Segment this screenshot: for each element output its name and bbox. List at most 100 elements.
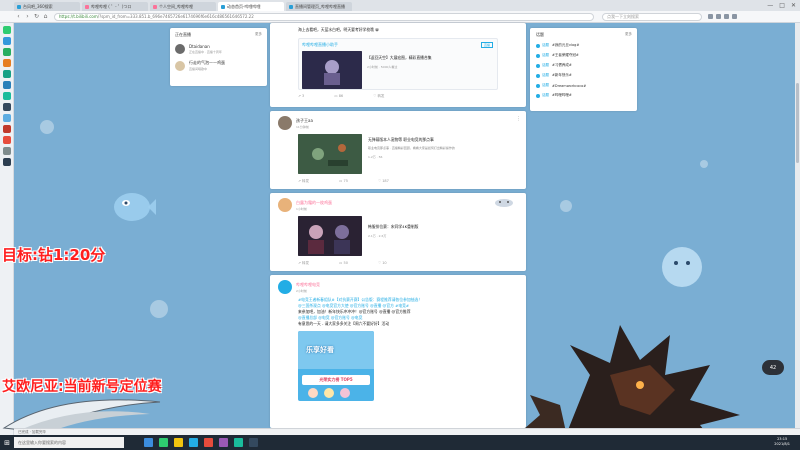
refresh-icon[interactable]: ↻ <box>32 13 41 20</box>
share-button[interactable]: ↗ 转发 <box>298 179 309 184</box>
embed-meta: 2小时前 · 5000人看过 <box>367 65 398 69</box>
taskbar-app-icon[interactable] <box>249 438 258 447</box>
follow-sub: 直播间唱歌中 <box>189 67 208 71</box>
extension-icon[interactable] <box>724 14 729 19</box>
like-button[interactable]: ♡ 10 <box>378 261 387 266</box>
browser-tab-1[interactable]: 台风吧_360搜索 <box>14 2 80 11</box>
windows-start-icon[interactable]: ⊞ <box>0 435 14 450</box>
app-icon[interactable] <box>2 37 11 45</box>
feed-text: 有意思的一天 - 请大家多多关注【周六不要好好】活动 <box>298 321 390 326</box>
topic-item[interactable]: 话题 #哔哩哔哩# <box>536 93 631 98</box>
app-icon[interactable] <box>2 125 11 133</box>
app-icon[interactable] <box>2 26 11 34</box>
topic-item[interactable]: 话题 #新年快乐# <box>536 73 631 78</box>
browser-tab-4[interactable]: 动态首页-哔哩哔哩 <box>218 2 284 11</box>
comment-button[interactable]: ▭ 86 <box>334 94 343 99</box>
comment-button[interactable]: ▭ 75 <box>339 179 348 184</box>
home-icon[interactable]: ⌂ <box>41 13 50 20</box>
feed-author[interactable]: 孩子王aa <box>296 118 313 124</box>
taskbar-app-icon[interactable] <box>189 438 198 447</box>
extension-icon[interactable] <box>708 14 713 19</box>
video-title[interactable]: 韩服排位赛：宋同学4K重制版 <box>368 224 418 230</box>
tab-favicon-icon <box>17 4 21 9</box>
browser-tab-5[interactable]: 直播间管理页_哔哩哔哩直播 <box>286 2 352 11</box>
video-thumbnail[interactable] <box>298 216 362 256</box>
like-button[interactable]: ♡ 187 <box>378 179 389 184</box>
live-thumbnail[interactable] <box>302 51 362 89</box>
avatar[interactable] <box>278 116 292 130</box>
browser-app-sidebar <box>0 23 14 435</box>
more-link[interactable]: 更多 <box>255 32 262 37</box>
taskbar-search-input[interactable]: 在这里输入你要搜索的内容 <box>14 437 124 448</box>
action-count: 75 <box>343 179 348 183</box>
more-options-icon[interactable]: ⋮ <box>516 116 521 122</box>
video-card[interactable]: 韩服排位赛：宋同学4K重制版 2.1万 · 2.6万 <box>298 216 518 256</box>
share-button[interactable]: ↗ 3 <box>298 94 304 99</box>
floating-counter-badge[interactable]: 42 <box>762 360 784 375</box>
taskbar-app-icon[interactable] <box>159 438 168 447</box>
share-button[interactable]: ↗ 转发 <box>298 261 309 266</box>
taskbar-app-icon[interactable] <box>174 438 183 447</box>
back-icon[interactable]: ‹ <box>14 13 23 20</box>
app-icon[interactable] <box>2 81 11 89</box>
minimize-button[interactable]: — <box>767 2 773 9</box>
scrollbar-thumb[interactable] <box>796 83 799 163</box>
poster-avatars <box>308 388 350 398</box>
app-icon[interactable] <box>2 48 11 56</box>
maximize-button[interactable]: □ <box>779 2 785 9</box>
mascot-fish-icon <box>114 193 156 221</box>
close-button[interactable]: ✕ <box>791 2 796 9</box>
topic-text: #新年快乐# <box>552 73 572 77</box>
browser-tab-2[interactable]: 哔哩哔哩 ( ゜- ゜)つロ <box>82 2 148 11</box>
page-scrollbar[interactable] <box>795 23 800 428</box>
browser-tab-3[interactable]: 个人空间_哔哩哔哩 <box>150 2 216 11</box>
avatar[interactable] <box>278 280 292 294</box>
avatar[interactable] <box>278 198 292 212</box>
embedded-live-card[interactable]: 哔哩哔哩直播小助手 直播 【返回天空】大展宏图，精彩直播合集 2小时前 · 50… <box>298 38 498 90</box>
taskbar-app-icon[interactable] <box>204 438 213 447</box>
topic-item[interactable]: 话题 #习惯养成# <box>536 63 631 68</box>
video-stats: 1.2万 · 56 <box>368 155 383 159</box>
taskbar-app-icon[interactable] <box>234 438 243 447</box>
feed-author[interactable]: 白露为霜的一枚鸡蛋 <box>296 200 332 206</box>
extension-icon[interactable] <box>716 14 721 19</box>
list-item[interactable]: 行走的气泡——鸡蛋 直播间唱歌中 <box>175 60 262 71</box>
promo-poster[interactable]: 乐享好看 光荣实力榜 TOP5 <box>298 331 374 401</box>
video-desc: 职业电竞那点事 · 直播精彩回顾，看看大家是如何打出精彩操作的 <box>368 146 455 150</box>
app-icon[interactable] <box>2 70 11 78</box>
taskbar-app-icon[interactable] <box>219 438 228 447</box>
url-input[interactable]: https://t.bilibili.com/?spm_id_from=333.… <box>54 12 594 21</box>
app-icon[interactable] <box>2 114 11 122</box>
taskbar-clock[interactable]: 23:15 2021/8/1 <box>774 437 790 447</box>
topic-item[interactable]: 话题 #王者荣耀夺冠# <box>536 53 631 58</box>
follow-name: 行走的气泡——鸡蛋 <box>189 60 225 65</box>
taskbar-app-icon[interactable] <box>144 438 153 447</box>
forward-icon[interactable]: › <box>23 13 32 20</box>
app-icon[interactable] <box>2 103 11 111</box>
list-item[interactable]: Dtaidanan 正在直播中 · 直播十周年 <box>175 44 262 54</box>
comment-button[interactable]: ▭ 50 <box>339 261 348 266</box>
like-button[interactable]: ♡ 转发 <box>373 94 384 99</box>
background-bubble <box>700 160 708 168</box>
app-icon[interactable] <box>2 158 11 166</box>
app-icon[interactable] <box>2 59 11 67</box>
action-count: 3 <box>302 94 305 98</box>
menu-icon[interactable] <box>732 14 737 19</box>
feed-time: 1小时前 <box>296 206 307 211</box>
video-card[interactable]: 无弹幕版本人宠物等 职业电竞的那点事 职业电竞那点事 · 直播精彩回顾，看看大家… <box>298 134 518 174</box>
video-thumbnail[interactable] <box>298 134 362 174</box>
feed-header: 哔哩哔哩电竞 2小时前 <box>278 280 518 294</box>
more-link[interactable]: 更多 <box>625 32 632 37</box>
topic-item[interactable]: 话题 #我的元旦vlog# <box>536 43 631 48</box>
feed-body: #电竞王者新春组队#【对抗赛开赛】公告版：赛程推荐请各位参加抽选！ @三国杀观点… <box>298 297 468 327</box>
app-icon[interactable] <box>2 147 11 155</box>
feed-author[interactable]: 哔哩哔哩电竞 <box>296 282 320 288</box>
topic-icon <box>536 93 540 98</box>
app-icon[interactable] <box>2 92 11 100</box>
topics-card: 话题 更多 话题 #我的元旦vlog# 话题 #王者荣耀夺冠# 话题 #习惯养成# 话… <box>530 28 637 111</box>
topic-item[interactable]: 话题 #Dreamworkcoco# <box>536 83 631 88</box>
badge-count: 42 <box>769 364 777 371</box>
browser-search-input[interactable]: 点我一下立刻搜索 <box>602 12 702 21</box>
video-title[interactable]: 无弹幕版本人宠物等 职业电竞的那点事 <box>368 137 518 143</box>
app-icon[interactable] <box>2 136 11 144</box>
